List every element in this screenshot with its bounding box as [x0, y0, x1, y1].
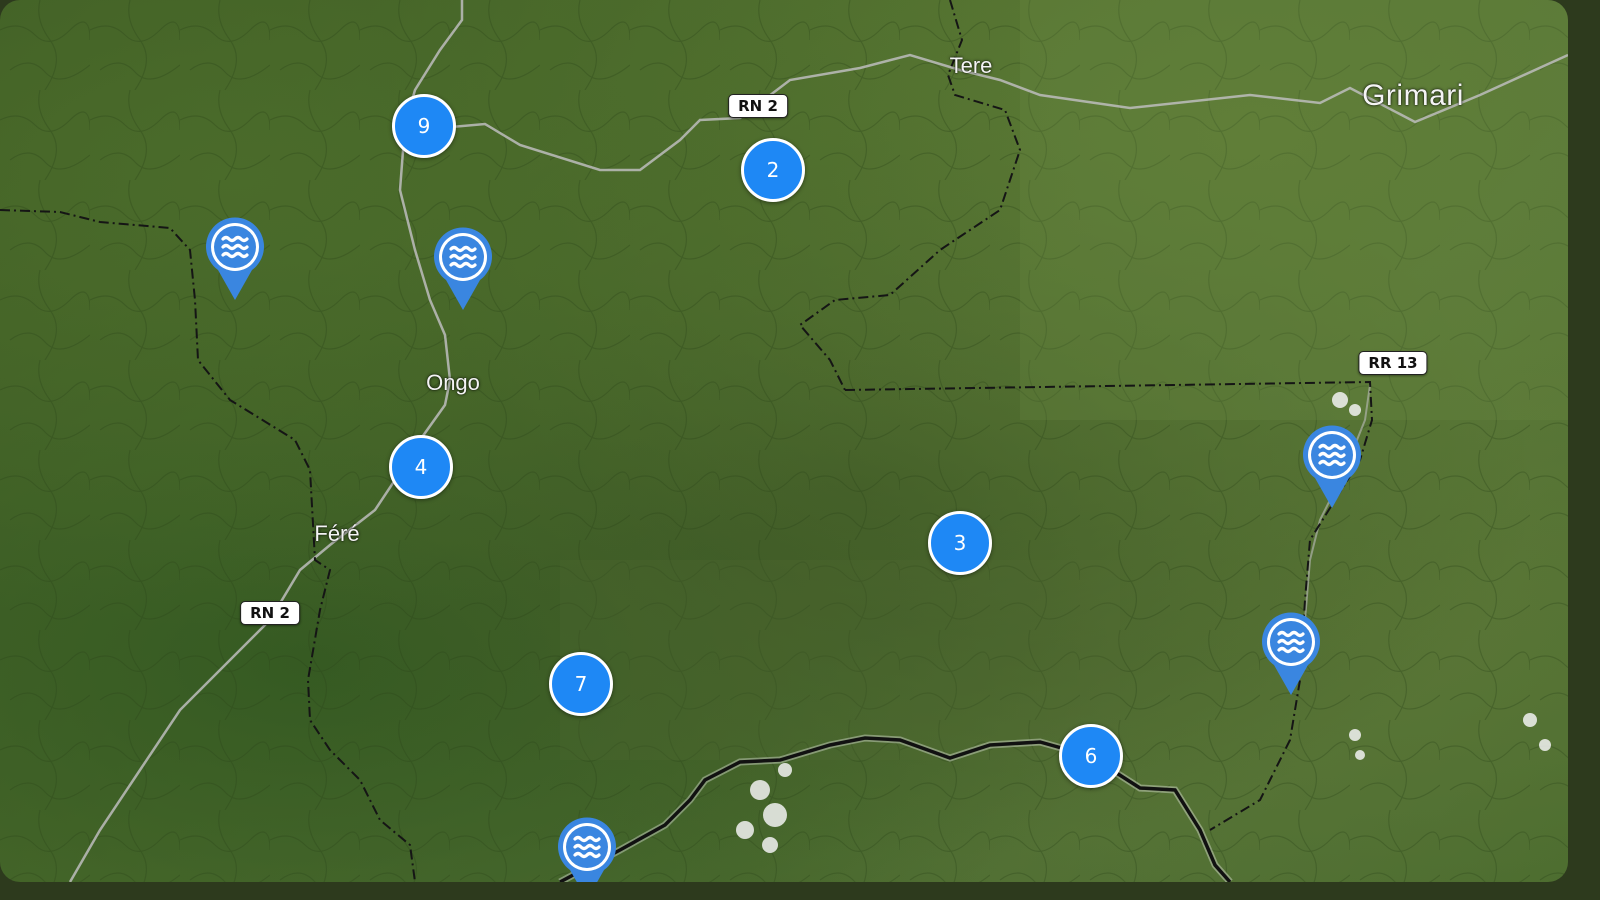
- cluster-marker[interactable]: 3: [928, 511, 992, 575]
- cluster-marker[interactable]: 2: [741, 138, 805, 202]
- place-label-grimari: Grimari: [1362, 79, 1464, 112]
- road-shield-rn2-north: RN 2: [728, 94, 788, 118]
- cluster-marker[interactable]: 6: [1059, 724, 1123, 788]
- water-location-pin[interactable]: [1260, 611, 1322, 697]
- place-label-fere: Féré: [314, 521, 360, 546]
- place-label-ongo: Ongo: [426, 370, 480, 395]
- water-location-pin[interactable]: [1301, 424, 1363, 510]
- water-waves-icon: [1303, 425, 1361, 508]
- water-waves-icon: [558, 817, 616, 882]
- road-shield-rr13: RR 13: [1358, 351, 1428, 375]
- water-waves-icon: [1262, 612, 1320, 695]
- place-label-tere: Tere: [949, 53, 993, 78]
- water-waves-icon: [434, 227, 492, 310]
- water-location-pin[interactable]: [556, 816, 618, 882]
- cluster-marker[interactable]: 4: [389, 435, 453, 499]
- cluster-marker[interactable]: 9: [392, 94, 456, 158]
- map-view[interactable]: Tere Grimari Ongo Féré RN 2 RN 2 RR 13 9…: [0, 0, 1568, 882]
- water-waves-icon: [206, 217, 264, 300]
- cluster-marker[interactable]: 7: [549, 652, 613, 716]
- road-shield-rn2-west: RN 2: [240, 601, 300, 625]
- water-location-pin[interactable]: [432, 226, 494, 312]
- water-location-pin[interactable]: [204, 216, 266, 302]
